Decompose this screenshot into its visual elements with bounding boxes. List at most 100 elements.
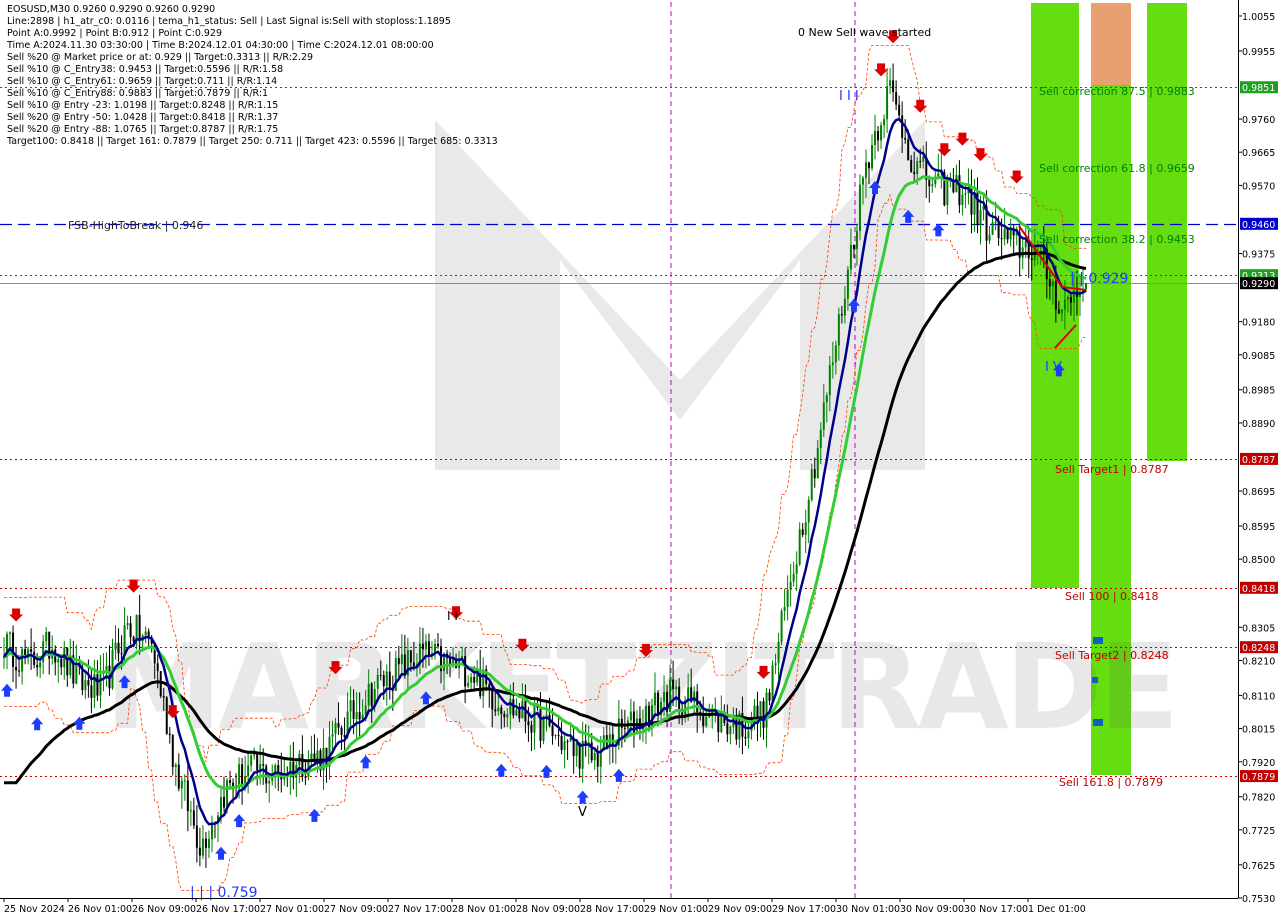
candle — [265, 763, 268, 793]
candle — [937, 153, 940, 178]
candle-body — [861, 177, 864, 185]
candle-body — [198, 847, 201, 856]
candle-body — [509, 699, 512, 715]
price-tag-label: 0.7879 — [1242, 772, 1275, 783]
price-tick-label: 0.8305 — [1242, 623, 1275, 634]
candle-body — [919, 161, 922, 163]
candle-body — [129, 623, 132, 638]
candle-body — [388, 671, 391, 689]
candle-body — [512, 699, 515, 716]
candle-body — [795, 564, 798, 574]
candle-body — [898, 104, 901, 116]
candle-body — [672, 679, 675, 690]
candle-body — [855, 231, 858, 249]
candle — [165, 696, 168, 735]
candle-body — [36, 665, 39, 668]
buy-arrow-icon — [359, 755, 372, 769]
candle-body — [964, 193, 967, 195]
candle-body — [84, 680, 87, 691]
candle-body — [464, 656, 467, 687]
chart-title: EOSUSD,M30 0.9260 0.9290 0.9260 0.9290 — [7, 4, 216, 15]
candle-body — [171, 735, 174, 768]
candle — [51, 635, 54, 665]
time-tick-label: 30 Nov 17:00 — [964, 904, 1028, 915]
candle-body — [144, 631, 147, 636]
candle-body — [922, 156, 925, 162]
candle-body — [90, 685, 93, 698]
candle-body — [1003, 228, 1006, 240]
time-tick-label: 1 Dec 01:00 — [1028, 904, 1086, 915]
candle — [798, 522, 801, 566]
time-tick-label: 28 Nov 01:00 — [452, 904, 516, 915]
candle — [45, 627, 48, 647]
price-tick-label: 0.8015 — [1242, 725, 1275, 736]
candle-body — [367, 683, 370, 706]
candle-body — [792, 573, 795, 582]
price-tick-label: 0.8890 — [1242, 419, 1275, 430]
time-tick-label: 29 Nov 01:00 — [644, 904, 708, 915]
candle-body — [988, 234, 991, 241]
candle — [988, 226, 991, 244]
candle — [207, 830, 210, 858]
candle — [883, 114, 886, 139]
candle-body — [337, 722, 340, 728]
candle-body — [304, 776, 307, 778]
candle-body — [126, 623, 129, 626]
buy-arrow-icon — [576, 790, 589, 804]
candle — [789, 563, 792, 607]
candle-body — [822, 402, 825, 430]
candle-body — [358, 712, 361, 720]
candle-body — [18, 670, 21, 672]
candle-body — [768, 692, 771, 701]
candle-body — [340, 727, 343, 736]
candle-body — [491, 689, 494, 710]
candle-body — [201, 838, 204, 856]
wave-annotation: V — [578, 805, 587, 820]
candle-body — [834, 345, 837, 363]
candle-body — [117, 642, 120, 654]
candle-body — [858, 184, 861, 232]
candle-body — [663, 691, 666, 702]
candle-body — [518, 709, 521, 719]
watermark: MARKETZITRADE — [105, 120, 1179, 756]
candle — [1009, 218, 1012, 247]
candle — [66, 647, 69, 687]
candle — [90, 667, 93, 714]
candle — [810, 463, 813, 502]
candle — [192, 797, 195, 830]
buy-arrow-icon — [233, 814, 246, 828]
candle-body — [256, 753, 259, 771]
candle-body — [828, 365, 831, 396]
candle-body — [654, 692, 657, 706]
candle — [247, 751, 250, 794]
candle — [171, 734, 174, 776]
candle — [886, 68, 889, 133]
info-line: Target100: 0.8418 || Target 161: 0.7879 … — [7, 136, 498, 147]
price-tick-label: 0.8985 — [1242, 386, 1275, 397]
price-tick-label: 0.9085 — [1242, 351, 1275, 362]
candle-body — [771, 665, 774, 701]
candle-body — [889, 80, 892, 87]
sell-zone-2-top — [1091, 3, 1131, 85]
candle-body — [623, 727, 626, 729]
candle-body — [843, 298, 846, 316]
candle-body — [747, 730, 750, 739]
candle — [180, 776, 183, 809]
candle-body — [1048, 279, 1051, 287]
candle-body — [427, 641, 430, 656]
wave-annotation: 0 New Sell wave started — [798, 26, 931, 39]
candle — [792, 561, 795, 587]
level-label: Sell Target2 | 0.8248 — [1055, 649, 1169, 662]
candle — [198, 827, 201, 867]
sell-arrow-icon — [973, 148, 988, 162]
candle-body — [798, 529, 801, 565]
time-tick-label: 30 Nov 01:00 — [836, 904, 900, 915]
candle-body — [1066, 296, 1069, 300]
candle-body — [762, 701, 765, 728]
candle — [195, 805, 198, 863]
candle-body — [786, 590, 789, 608]
sell-arrow-icon — [9, 608, 24, 622]
candle-body — [657, 692, 660, 716]
candle — [159, 671, 162, 699]
time-tick-label: 25 Nov 2024 — [4, 904, 65, 915]
